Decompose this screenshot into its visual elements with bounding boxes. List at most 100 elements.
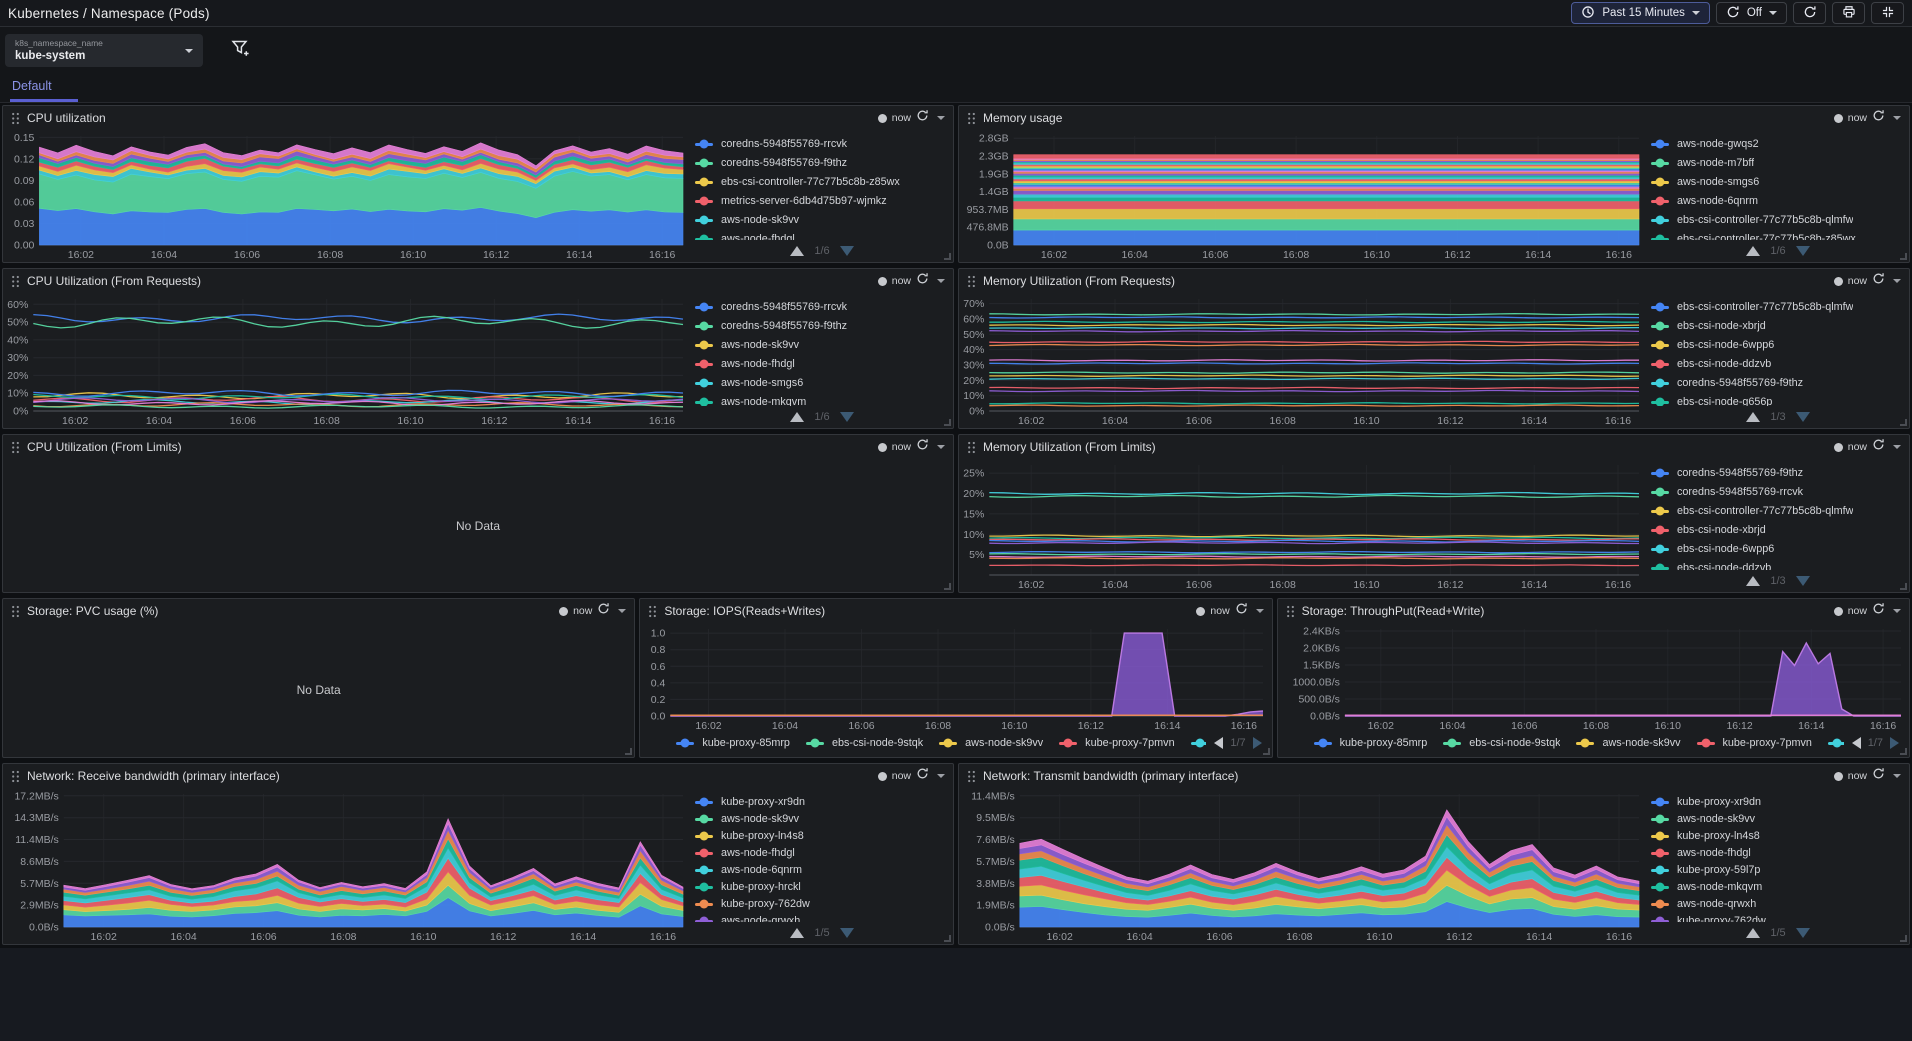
pager-down-icon[interactable] — [1796, 412, 1810, 422]
legend-item[interactable]: coredns-5948f55769-rrcvk — [695, 299, 953, 315]
legend-item[interactable]: ebs-csi-node-g656p — [1651, 394, 1909, 406]
legend-item[interactable]: metrics-server-6db4d75b97-wjmkz — [695, 193, 953, 209]
panel-refresh-icon[interactable] — [916, 272, 929, 290]
drag-handle-icon[interactable] — [11, 275, 20, 288]
resize-handle[interactable] — [944, 419, 951, 426]
legend-item[interactable]: aws-node-fhdgl — [695, 231, 953, 240]
legend-item[interactable]: aws-node-fhdgl — [1651, 845, 1909, 861]
resize-handle[interactable] — [1263, 748, 1270, 755]
legend-item[interactable]: aws-node-sk9vv — [1651, 811, 1909, 827]
refresh-button[interactable] — [1793, 2, 1826, 24]
resize-handle[interactable] — [625, 748, 632, 755]
panel-refresh-icon[interactable] — [1235, 602, 1248, 620]
panel-menu-caret-icon[interactable] — [1893, 116, 1901, 120]
panel-refresh-icon[interactable] — [1872, 272, 1885, 290]
drag-handle-icon[interactable] — [11, 441, 20, 454]
drag-handle-icon[interactable] — [648, 605, 657, 618]
pager-down-icon[interactable] — [840, 246, 854, 256]
panel-refresh-icon[interactable] — [1872, 602, 1885, 620]
network-receive-chart[interactable]: 16:0216:0416:0616:0816:1016:1216:1416:16… — [3, 788, 691, 944]
cpu-utilization-chart[interactable]: 16:0216:0416:0616:0816:1016:1216:1416:16… — [3, 130, 691, 262]
legend-item[interactable]: coredns-5948f55769-f9thz — [695, 155, 953, 171]
legend-item[interactable]: coredns-5948f55769-rrcvk — [695, 136, 953, 152]
legend-item[interactable]: kube-proxy-762dw — [695, 896, 953, 912]
legend-item[interactable]: aws-node-smgs6 — [1651, 174, 1909, 190]
legend-item[interactable]: ebs-csi-controller-77c77b5c8b-qlmfw — [1651, 503, 1909, 519]
legend-item[interactable]: aws-node-gwqs2 — [1651, 136, 1909, 152]
pager-down-icon[interactable] — [840, 412, 854, 422]
resize-handle[interactable] — [944, 253, 951, 260]
memory-usage-chart[interactable]: 16:0216:0416:0616:0816:1016:1216:1416:16… — [959, 130, 1647, 262]
panel-refresh-icon[interactable] — [1872, 767, 1885, 785]
legend-item[interactable]: coredns-5948f55769-f9thz — [1651, 375, 1909, 391]
tab-default[interactable]: Default — [10, 75, 78, 102]
legend-item[interactable]: aws-node-6qnrm — [1651, 193, 1909, 209]
panel-refresh-icon[interactable] — [1872, 438, 1885, 456]
print-button[interactable] — [1832, 2, 1865, 24]
legend-item[interactable]: kube-proxy-59l7p — [1651, 862, 1909, 878]
chart-canvas[interactable]: 16:0216:0416:0616:0816:1016:1216:1416:16… — [959, 459, 1647, 592]
legend-item[interactable]: ebs-csi-node-6wpp6 — [1651, 337, 1909, 353]
drag-handle-icon[interactable] — [11, 605, 20, 618]
storage-iops-chart[interactable]: 16:0216:0416:0616:0816:1016:1216:1416:16… — [640, 623, 1271, 733]
legend-item[interactable]: kube-proxy-85mrp — [676, 737, 790, 749]
legend-item[interactable]: ebs-csi-node-6wpp6 — [1651, 541, 1909, 557]
pager-left-icon[interactable] — [1852, 737, 1861, 749]
storage-throughput-chart[interactable]: 16:0216:0416:0616:0816:1016:1216:1416:16… — [1278, 623, 1909, 733]
legend-item[interactable]: coredns-5948f557 — [1191, 737, 1207, 749]
panel-refresh-icon[interactable] — [1872, 109, 1885, 127]
drag-handle-icon[interactable] — [967, 275, 976, 288]
cpu-requests-chart[interactable]: 16:0216:0416:0616:0816:1016:1216:1416:16… — [3, 293, 691, 428]
panel-refresh-icon[interactable] — [597, 602, 610, 620]
panel-refresh-icon[interactable] — [916, 767, 929, 785]
panel-menu-caret-icon[interactable] — [618, 609, 626, 613]
legend-item[interactable]: kube-proxy-762dw — [1651, 913, 1909, 922]
legend-item[interactable]: coredns-5948f55769-f9thz — [695, 318, 953, 334]
panel-menu-caret-icon[interactable] — [937, 279, 945, 283]
legend-item[interactable]: aws-node-m7bff — [1651, 155, 1909, 171]
legend-item[interactable]: kube-proxy-xr9dn — [695, 794, 953, 810]
pager-down-icon[interactable] — [840, 928, 854, 938]
pager-down-icon[interactable] — [1796, 246, 1810, 256]
legend-item[interactable]: kube-proxy-7pmvn — [1059, 737, 1174, 749]
drag-handle-icon[interactable] — [967, 770, 976, 783]
pager-up-icon[interactable] — [1746, 246, 1760, 256]
legend-item[interactable]: aws-node-qrwxh — [1651, 896, 1909, 912]
namespace-select[interactable]: k8s_namespace_name kube-system — [5, 34, 203, 67]
legend-item[interactable]: aws-node-sk9vv — [1576, 737, 1680, 749]
legend-item[interactable]: aws-node-6qnrm — [695, 862, 953, 878]
legend-item[interactable]: ebs-csi-node-xbrjd — [1651, 522, 1909, 538]
chart-canvas[interactable]: 16:0216:0416:0616:0816:1016:1216:1416:16… — [959, 130, 1647, 262]
pager-up-icon[interactable] — [790, 412, 804, 422]
panel-menu-caret-icon[interactable] — [1893, 279, 1901, 283]
legend-item[interactable]: kube-proxy-7pmvn — [1697, 737, 1812, 749]
legend-item[interactable]: kube-proxy-ln4s8 — [695, 828, 953, 844]
pager-up-icon[interactable] — [1746, 412, 1760, 422]
legend-item[interactable]: kube-proxy-ln4s8 — [1651, 828, 1909, 844]
resize-handle[interactable] — [1900, 935, 1907, 942]
pager-up-icon[interactable] — [790, 928, 804, 938]
legend-item[interactable]: aws-node-sk9vv — [939, 737, 1043, 749]
drag-handle-icon[interactable] — [11, 112, 20, 125]
legend-item[interactable]: aws-node-mkqvm — [1651, 879, 1909, 895]
legend-item[interactable]: ebs-csi-node-xbrjd — [1651, 318, 1909, 334]
resize-handle[interactable] — [1900, 748, 1907, 755]
legend-item[interactable]: aws-node-fhdgl — [695, 356, 953, 372]
pager-down-icon[interactable] — [1796, 576, 1810, 586]
legend-item[interactable]: aws-node-sk9vv — [695, 811, 953, 827]
pager-right-icon[interactable] — [1890, 737, 1899, 749]
pager-left-icon[interactable] — [1214, 737, 1223, 749]
pager-up-icon[interactable] — [1746, 576, 1760, 586]
chart-canvas[interactable]: 16:0216:0416:0616:0816:1016:1216:1416:16… — [3, 788, 691, 944]
legend-item[interactable]: coredns-5948f55769-rrcvk — [1651, 484, 1909, 500]
pager-down-icon[interactable] — [1796, 928, 1810, 938]
legend-item[interactable]: ebs-csi-controller-77c77b5c8b-z85wx — [1651, 231, 1909, 240]
legend-item[interactable]: aws-node-smgs6 — [695, 375, 953, 391]
panel-menu-caret-icon[interactable] — [1893, 445, 1901, 449]
legend-item[interactable]: kube-proxy-xr9dn — [1651, 794, 1909, 810]
legend-item[interactable]: ebs-csi-node-9stqk — [1443, 737, 1560, 749]
pager-right-icon[interactable] — [1253, 737, 1262, 749]
chart-canvas[interactable]: 16:0216:0416:0616:0816:1016:1216:1416:16… — [3, 293, 691, 428]
panel-menu-caret-icon[interactable] — [1256, 609, 1264, 613]
legend-item[interactable]: aws-node-mkqvm — [695, 394, 953, 406]
